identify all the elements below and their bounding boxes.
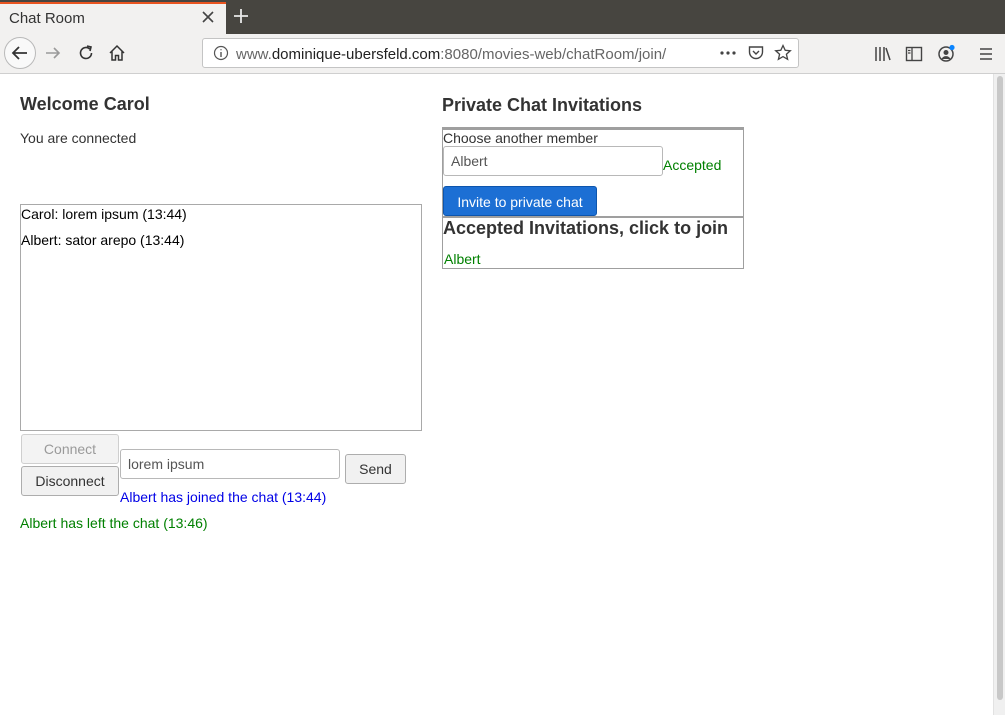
chat-log[interactable]: Carol: lorem ipsum (13:44) Albert: sator… xyxy=(20,204,422,431)
member-select[interactable]: Albert xyxy=(443,146,663,176)
url-host: dominique-ubersfeld.com xyxy=(271,46,441,63)
menu-icon[interactable] xyxy=(976,44,996,64)
plus-icon[interactable] xyxy=(231,6,251,26)
chat-message: Albert: sator arepo (13:44) xyxy=(21,232,185,248)
tab-chat-room[interactable]: Chat Room xyxy=(0,2,226,34)
send-button[interactable]: Send xyxy=(345,454,406,484)
accepted-member-link[interactable]: Albert xyxy=(444,251,481,267)
accepted-status: Accepted xyxy=(663,157,722,173)
private-invitations-heading: Private Chat Invitations xyxy=(442,95,643,115)
navigation-toolbar: www.dominique-ubersfeld.com:8080/movies-… xyxy=(0,34,1005,74)
info-icon[interactable] xyxy=(211,43,231,63)
more-icon[interactable] xyxy=(718,43,738,63)
url-prefix: www. xyxy=(236,46,272,63)
connect-button[interactable]: Connect xyxy=(21,434,119,464)
choose-member-label: Choose another member xyxy=(443,130,598,146)
back-icon xyxy=(11,46,27,60)
back-button[interactable] xyxy=(4,37,36,69)
scrollbar-thumb[interactable] xyxy=(997,76,1003,700)
disconnect-button[interactable]: Disconnect xyxy=(21,466,119,496)
tab-strip: Chat Room xyxy=(0,0,1005,34)
joined-notice: Albert has joined the chat (13:44) xyxy=(120,489,327,505)
message-input[interactable]: lorem ipsum xyxy=(120,449,340,479)
left-notice: Albert has left the chat (13:46) xyxy=(20,515,208,531)
invite-private-chat-button[interactable]: Invite to private chat xyxy=(443,186,597,216)
pocket-icon[interactable] xyxy=(746,43,766,63)
home-icon[interactable] xyxy=(107,43,127,63)
url-path: :8080/movies-web/chatRoom/join/ xyxy=(440,46,667,63)
url-text[interactable]: www.dominique-ubersfeld.com:8080/movies-… xyxy=(236,46,684,63)
address-bar[interactable]: www.dominique-ubersfeld.com:8080/movies-… xyxy=(202,38,799,68)
library-icon[interactable] xyxy=(873,44,893,64)
connection-status: You are connected xyxy=(20,130,137,146)
reload-icon[interactable] xyxy=(76,43,96,63)
tab-title: Chat Room xyxy=(9,10,85,27)
chat-message: Carol: lorem ipsum (13:44) xyxy=(21,206,187,222)
bookmark-star-icon[interactable] xyxy=(773,43,793,63)
forward-icon[interactable] xyxy=(43,43,63,63)
accepted-invitations-heading: Accepted Invitations, click to join xyxy=(443,218,729,238)
sidebar-icon[interactable] xyxy=(904,44,924,64)
close-icon[interactable] xyxy=(200,9,216,25)
welcome-heading: Welcome Carol xyxy=(20,94,150,114)
page-scrollbar[interactable] xyxy=(993,74,1005,715)
account-icon[interactable] xyxy=(936,44,956,64)
